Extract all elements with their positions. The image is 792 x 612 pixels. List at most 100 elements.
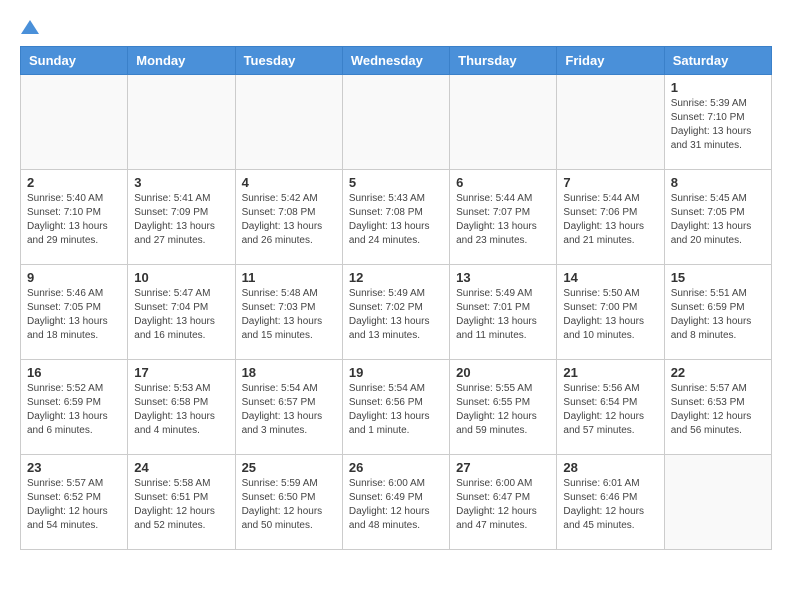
calendar-cell: 25 Sunrise: 5:59 AM Sunset: 6:50 PM Dayli… [235, 455, 342, 550]
calendar-cell: 1 Sunrise: 5:39 AM Sunset: 7:10 PM Daylig… [664, 75, 771, 170]
calendar-cell [128, 75, 235, 170]
day-number: 8 [671, 175, 765, 190]
day-info: Sunrise: 6:01 AM Sunset: 6:46 PM Dayligh… [563, 477, 657, 533]
calendar-cell: 2 Sunrise: 5:40 AM Sunset: 7:10 PM Daylig… [21, 170, 128, 265]
day-number: 27 [456, 460, 550, 475]
day-info: Sunrise: 5:56 AM Sunset: 6:54 PM Dayligh… [563, 382, 657, 438]
day-number: 3 [134, 175, 228, 190]
weekday-header-wednesday: Wednesday [342, 47, 449, 75]
day-info: Sunrise: 5:58 AM Sunset: 6:51 PM Dayligh… [134, 477, 228, 533]
weekday-header-monday: Monday [128, 47, 235, 75]
calendar-cell [664, 455, 771, 550]
day-number: 7 [563, 175, 657, 190]
calendar-cell [342, 75, 449, 170]
day-info: Sunrise: 5:57 AM Sunset: 6:53 PM Dayligh… [671, 382, 765, 438]
calendar-cell: 6 Sunrise: 5:44 AM Sunset: 7:07 PM Daylig… [450, 170, 557, 265]
calendar-cell: 4 Sunrise: 5:42 AM Sunset: 7:08 PM Daylig… [235, 170, 342, 265]
weekday-header-thursday: Thursday [450, 47, 557, 75]
day-number: 1 [671, 80, 765, 95]
weekday-header-tuesday: Tuesday [235, 47, 342, 75]
calendar-table: SundayMondayTuesdayWednesdayThursdayFrid… [20, 46, 772, 550]
day-info: Sunrise: 5:44 AM Sunset: 7:07 PM Dayligh… [456, 192, 550, 248]
day-info: Sunrise: 5:44 AM Sunset: 7:06 PM Dayligh… [563, 192, 657, 248]
day-number: 10 [134, 270, 228, 285]
calendar-cell: 14 Sunrise: 5:50 AM Sunset: 7:00 PM Dayli… [557, 265, 664, 360]
calendar-cell: 9 Sunrise: 5:46 AM Sunset: 7:05 PM Daylig… [21, 265, 128, 360]
calendar-cell [450, 75, 557, 170]
day-info: Sunrise: 5:42 AM Sunset: 7:08 PM Dayligh… [242, 192, 336, 248]
calendar-cell: 12 Sunrise: 5:49 AM Sunset: 7:02 PM Dayli… [342, 265, 449, 360]
calendar-cell: 17 Sunrise: 5:53 AM Sunset: 6:58 PM Dayli… [128, 360, 235, 455]
day-info: Sunrise: 5:40 AM Sunset: 7:10 PM Dayligh… [27, 192, 121, 248]
calendar-cell: 23Sunrise: 5:57 AM Sunset: 6:52 PM Dayli… [21, 455, 128, 550]
day-number: 17 [134, 365, 228, 380]
calendar-cell: 8 Sunrise: 5:45 AM Sunset: 7:05 PM Daylig… [664, 170, 771, 265]
day-info: Sunrise: 5:51 AM Sunset: 6:59 PM Dayligh… [671, 287, 765, 343]
header [20, 20, 772, 36]
day-number: 14 [563, 270, 657, 285]
day-number: 16 [27, 365, 121, 380]
day-number: 2 [27, 175, 121, 190]
calendar-cell: 3 Sunrise: 5:41 AM Sunset: 7:09 PM Daylig… [128, 170, 235, 265]
calendar-cell [235, 75, 342, 170]
day-info: Sunrise: 6:00 AM Sunset: 6:47 PM Dayligh… [456, 477, 550, 533]
day-number: 13 [456, 270, 550, 285]
calendar-cell: 24 Sunrise: 5:58 AM Sunset: 6:51 PM Dayli… [128, 455, 235, 550]
weekday-header-saturday: Saturday [664, 47, 771, 75]
day-info: Sunrise: 5:49 AM Sunset: 7:02 PM Dayligh… [349, 287, 443, 343]
day-info: Sunrise: 5:55 AM Sunset: 6:55 PM Dayligh… [456, 382, 550, 438]
logo-icon [21, 18, 39, 36]
calendar-cell: 18Sunrise: 5:54 AM Sunset: 6:57 PM Dayli… [235, 360, 342, 455]
day-info: Sunrise: 5:47 AM Sunset: 7:04 PM Dayligh… [134, 287, 228, 343]
day-number: 12 [349, 270, 443, 285]
day-number: 21 [563, 365, 657, 380]
day-number: 15 [671, 270, 765, 285]
calendar-cell: 20 Sunrise: 5:55 AM Sunset: 6:55 PM Dayli… [450, 360, 557, 455]
calendar-cell: 28 Sunrise: 6:01 AM Sunset: 6:46 PM Dayli… [557, 455, 664, 550]
day-number: 20 [456, 365, 550, 380]
day-info: Sunrise: 5:45 AM Sunset: 7:05 PM Dayligh… [671, 192, 765, 248]
day-number: 23 [27, 460, 121, 475]
day-number: 6 [456, 175, 550, 190]
calendar-cell: 27 Sunrise: 6:00 AM Sunset: 6:47 PM Dayli… [450, 455, 557, 550]
week-row-3: 9 Sunrise: 5:46 AM Sunset: 7:05 PM Daylig… [21, 265, 772, 360]
week-row-1: 1 Sunrise: 5:39 AM Sunset: 7:10 PM Daylig… [21, 75, 772, 170]
calendar-cell: 22 Sunrise: 5:57 AM Sunset: 6:53 PM Dayli… [664, 360, 771, 455]
day-info: Sunrise: 5:49 AM Sunset: 7:01 PM Dayligh… [456, 287, 550, 343]
day-info: Sunrise: 5:46 AM Sunset: 7:05 PM Dayligh… [27, 287, 121, 343]
day-number: 11 [242, 270, 336, 285]
calendar-cell: 5Sunrise: 5:43 AM Sunset: 7:08 PM Daylig… [342, 170, 449, 265]
day-info: Sunrise: 6:00 AM Sunset: 6:49 PM Dayligh… [349, 477, 443, 533]
day-number: 26 [349, 460, 443, 475]
day-info: Sunrise: 5:59 AM Sunset: 6:50 PM Dayligh… [242, 477, 336, 533]
day-info: Sunrise: 5:54 AM Sunset: 6:56 PM Dayligh… [349, 382, 443, 438]
day-number: 4 [242, 175, 336, 190]
calendar-cell: 16 Sunrise: 5:52 AM Sunset: 6:59 PM Dayli… [21, 360, 128, 455]
day-number: 25 [242, 460, 336, 475]
day-info: Sunrise: 5:52 AM Sunset: 6:59 PM Dayligh… [27, 382, 121, 438]
day-info: Sunrise: 5:39 AM Sunset: 7:10 PM Dayligh… [671, 97, 765, 153]
week-row-5: 23Sunrise: 5:57 AM Sunset: 6:52 PM Dayli… [21, 455, 772, 550]
week-row-2: 2 Sunrise: 5:40 AM Sunset: 7:10 PM Daylig… [21, 170, 772, 265]
day-info: Sunrise: 5:54 AM Sunset: 6:57 PM Dayligh… [242, 382, 336, 438]
calendar-cell: 10 Sunrise: 5:47 AM Sunset: 7:04 PM Dayli… [128, 265, 235, 360]
calendar-cell: 11 Sunrise: 5:48 AM Sunset: 7:03 PM Dayli… [235, 265, 342, 360]
day-info: Sunrise: 5:48 AM Sunset: 7:03 PM Dayligh… [242, 287, 336, 343]
day-number: 22 [671, 365, 765, 380]
calendar-cell: 19 Sunrise: 5:54 AM Sunset: 6:56 PM Dayli… [342, 360, 449, 455]
day-number: 9 [27, 270, 121, 285]
weekday-header-sunday: Sunday [21, 47, 128, 75]
calendar-header-row: SundayMondayTuesdayWednesdayThursdayFrid… [21, 47, 772, 75]
day-info: Sunrise: 5:43 AM Sunset: 7:08 PM Dayligh… [349, 192, 443, 248]
day-info: Sunrise: 5:41 AM Sunset: 7:09 PM Dayligh… [134, 192, 228, 248]
day-number: 19 [349, 365, 443, 380]
day-info: Sunrise: 5:50 AM Sunset: 7:00 PM Dayligh… [563, 287, 657, 343]
calendar-cell [557, 75, 664, 170]
day-number: 28 [563, 460, 657, 475]
day-number: 24 [134, 460, 228, 475]
calendar-cell: 15 Sunrise: 5:51 AM Sunset: 6:59 PM Dayli… [664, 265, 771, 360]
calendar-cell [21, 75, 128, 170]
calendar-cell: 13 Sunrise: 5:49 AM Sunset: 7:01 PM Dayli… [450, 265, 557, 360]
calendar-cell: 7 Sunrise: 5:44 AM Sunset: 7:06 PM Daylig… [557, 170, 664, 265]
day-info: Sunrise: 5:53 AM Sunset: 6:58 PM Dayligh… [134, 382, 228, 438]
